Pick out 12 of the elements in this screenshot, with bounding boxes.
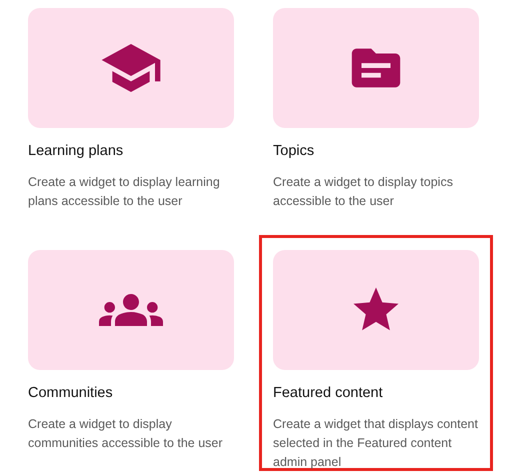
- widget-title: Featured content: [273, 384, 384, 402]
- widget-description: Create a widget that displays content selected in the Featured content admin panel: [273, 416, 479, 471]
- widget-title: Topics: [273, 142, 316, 160]
- widget-option[interactable]: Communities Create a widget to display communities accessible to the user: [14, 235, 248, 471]
- widget-description: Create a widget to display topics accessible to the user: [273, 174, 454, 210]
- widget-description: Create a widget to display learning plans accessible to the user: [28, 174, 221, 210]
- widget-description: Create a widget to display communities accessible to the user: [28, 416, 224, 452]
- widget-title: Learning plans: [28, 142, 124, 160]
- widget-option[interactable]: Learning plans Create a widget to display learning plans accessible to the user: [14, 0, 248, 229]
- widget-title: Communities: [28, 384, 114, 402]
- selection-frame[interactable]: Featured content Create a widget that displays content selected in the Featured content admin panel: [259, 235, 493, 471]
- widget-option[interactable]: Topics Create a widget to display topics accessible to the user: [259, 0, 493, 229]
